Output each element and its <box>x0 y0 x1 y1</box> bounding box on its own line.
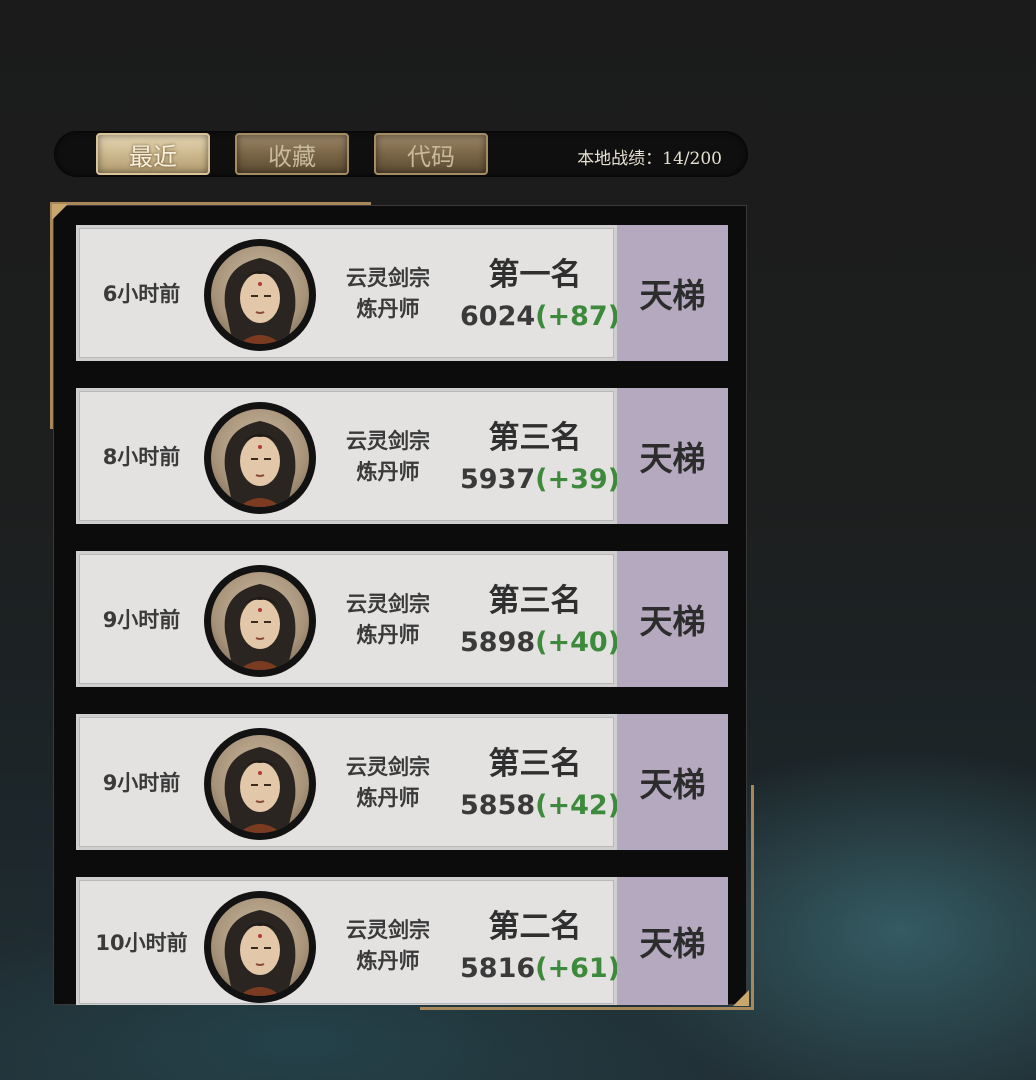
sect-info: 云灵剑宗 炼丹师 <box>328 752 448 814</box>
score-value: 5898(+40) <box>460 627 620 658</box>
record-info: 8小时前 云灵剑宗 炼丹师 第三名 5937(+39) <box>79 391 620 521</box>
character-portrait-icon <box>204 239 316 351</box>
sect-name: 云灵剑宗 <box>346 755 430 779</box>
rank-label: 第三名 <box>488 746 582 782</box>
record-time: 10小时前 <box>95 931 188 955</box>
score-value: 5937(+39) <box>460 464 620 495</box>
record-row[interactable]: 9小时前 云灵剑宗 炼丹师 第三名 5898(+40) 天梯 <box>76 551 728 687</box>
score-number: 5898 <box>460 627 536 658</box>
record-row[interactable]: 8小时前 云灵剑宗 炼丹师 第三名 5937(+39) 天梯 <box>76 388 728 524</box>
rank-label: 第二名 <box>488 909 582 945</box>
score-number: 5858 <box>460 790 536 821</box>
record-time: 6小时前 <box>102 282 181 306</box>
mode-badge: 天梯 <box>617 551 728 687</box>
character-portrait-icon <box>204 891 316 1003</box>
local-record-count: 本地战绩：14/200 <box>577 149 722 169</box>
tab-favorites[interactable]: 收藏 <box>235 133 349 175</box>
rank-label: 第三名 <box>488 420 582 456</box>
record-row[interactable]: 6小时前 云灵剑宗 炼丹师 第一名 6024(+87) 天梯 <box>76 225 728 361</box>
score-number: 5937 <box>460 464 536 495</box>
sect-info: 云灵剑宗 炼丹师 <box>328 263 448 325</box>
record-info: 10小时前 云灵剑宗 炼丹师 第二名 5816(+61) <box>79 880 620 1004</box>
record-row[interactable]: 9小时前 云灵剑宗 炼丹师 第三名 5858(+42) 天梯 <box>76 714 728 850</box>
character-portrait-icon <box>204 402 316 514</box>
sect-info: 云灵剑宗 炼丹师 <box>328 426 448 488</box>
score-delta: (+39) <box>535 464 621 495</box>
score-value: 5858(+42) <box>460 790 620 821</box>
score-delta: (+40) <box>535 627 621 658</box>
character-portrait-icon <box>204 565 316 677</box>
role-name: 炼丹师 <box>356 297 420 321</box>
record-info: 9小时前 云灵剑宗 炼丹师 第三名 5858(+42) <box>79 717 620 847</box>
sect-name: 云灵剑宗 <box>346 266 430 290</box>
frame-corner-ornament-bottom-right <box>733 990 749 1006</box>
mode-badge: 天梯 <box>617 388 728 524</box>
role-name: 炼丹师 <box>356 460 420 484</box>
record-time: 9小时前 <box>102 608 181 632</box>
record-time: 8小时前 <box>102 445 181 469</box>
rank-label: 第三名 <box>488 583 582 619</box>
role-name: 炼丹师 <box>356 623 420 647</box>
mode-badge: 天梯 <box>617 877 728 1005</box>
score-number: 5816 <box>460 953 536 984</box>
role-name: 炼丹师 <box>356 949 420 973</box>
record-time: 9小时前 <box>102 771 181 795</box>
sect-name: 云灵剑宗 <box>346 592 430 616</box>
rank-label: 第一名 <box>488 257 582 293</box>
score-value: 5816(+61) <box>460 953 620 984</box>
score-delta: (+61) <box>535 953 621 984</box>
sect-name: 云灵剑宗 <box>346 918 430 942</box>
tab-code[interactable]: 代码 <box>374 133 488 175</box>
score-number: 6024 <box>460 301 536 332</box>
record-row[interactable]: 10小时前 云灵剑宗 炼丹师 第二名 5816(+61) 天梯 <box>76 877 728 1005</box>
score-value: 6024(+87) <box>460 301 620 332</box>
score-delta: (+42) <box>535 790 621 821</box>
frame-corner-ornament-top-left <box>52 204 68 220</box>
record-info: 9小时前 云灵剑宗 炼丹师 第三名 5898(+40) <box>79 554 620 684</box>
sect-name: 云灵剑宗 <box>346 429 430 453</box>
mode-badge: 天梯 <box>617 225 728 361</box>
score-delta: (+87) <box>535 301 621 332</box>
record-info: 6小时前 云灵剑宗 炼丹师 第一名 6024(+87) <box>79 228 620 358</box>
character-portrait-icon <box>204 728 316 840</box>
tab-recent[interactable]: 最近 <box>96 133 210 175</box>
mode-badge: 天梯 <box>617 714 728 850</box>
tab-bar: 最近 收藏 代码 本地战绩：14/200 <box>54 131 748 177</box>
sect-info: 云灵剑宗 炼丹师 <box>328 589 448 651</box>
sect-info: 云灵剑宗 炼丹师 <box>328 915 448 977</box>
role-name: 炼丹师 <box>356 786 420 810</box>
